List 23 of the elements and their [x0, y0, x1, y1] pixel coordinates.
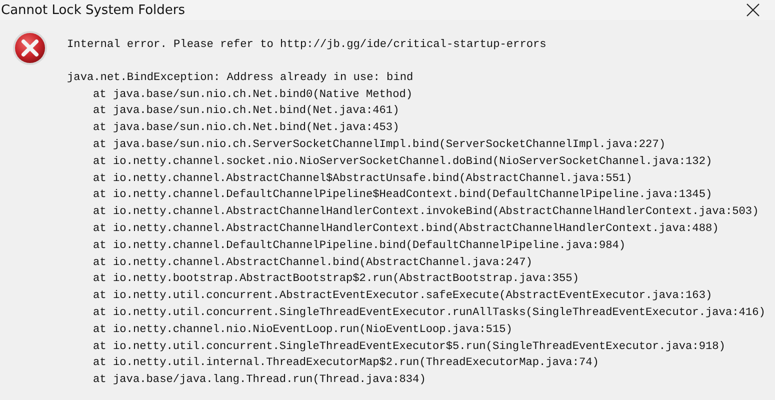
- error-message: Internal error. Please refer to http://jb.gg/ide/critical-startup-errors: [67, 39, 546, 51]
- stack-frame: at java.base/sun.nio.ch.Net.bind0(Native Method): [93, 88, 413, 101]
- stack-frame: at java.base/sun.nio.ch.ServerSocketChannelImpl.bind(ServerSocketChannelImpl.java:227): [93, 138, 666, 151]
- exception-line: java.net.BindException: Address already in use: bind: [67, 72, 414, 84]
- stack-frame: at io.netty.util.internal.ThreadExecutorMap$2.run(ThreadExecutorMap.java:74): [93, 357, 599, 370]
- stack-frame: at io.netty.util.concurrent.SingleThreadEventExecutor.runAllTasks(SingleThreadEventExecutor.java:416): [93, 306, 766, 319]
- stack-frame: at io.netty.channel.DefaultChannelPipeline$HeadContext.bind(DefaultChannelPipeline.java:1345): [93, 189, 712, 202]
- stack-frame: at io.netty.channel.AbstractChannelHandlerContext.invokeBind(AbstractChannelHandlerContext.java:503): [93, 206, 759, 218]
- stack-frame: at java.base/sun.nio.ch.Net.bind(Net.java:461): [93, 105, 400, 118]
- window-title: Cannot Lock System Folders: [0, 2, 186, 18]
- stack-frame: at io.netty.util.concurrent.AbstractEventExecutor.safeExecute(AbstractEventExecutor.java:163): [93, 290, 712, 302]
- stack-frame: at io.netty.channel.AbstractChannel$AbstractUnsafe.bind(AbstractChannel.java:551): [93, 172, 632, 185]
- stack-frame: at io.netty.channel.AbstractChannelHandlerContext.bind(AbstractChannelHandlerContext.java:488): [93, 222, 719, 235]
- stack-frame: at io.netty.channel.AbstractChannel.bind(AbstractChannel.java:247): [93, 256, 532, 269]
- close-icon: [746, 3, 760, 17]
- stack-frame: at java.base/java.lang.Thread.run(Thread.java:834): [93, 374, 426, 386]
- stack-frame: at io.netty.bootstrap.AbstractBootstrap$2.run(AbstractBootstrap.java:355): [93, 273, 579, 286]
- stack-frame: at java.base/sun.nio.ch.Net.bind(Net.java:453): [93, 122, 400, 134]
- stack-frame: at io.netty.channel.nio.NioEventLoop.run(NioEventLoop.java:515): [93, 324, 512, 336]
- error-icon: [12, 30, 48, 66]
- stack-frame: at io.netty.util.concurrent.SingleThreadEventExecutor$5.run(SingleThreadEventExecutor.java:918): [93, 340, 726, 353]
- stack-frame: at io.netty.channel.DefaultChannelPipeline.bind(DefaultChannelPipeline.java:984): [93, 240, 626, 252]
- stack-frame: at io.netty.channel.socket.nio.NioServerSocketChannel.doBind(NioServerSocketChannel.java:132): [93, 156, 712, 168]
